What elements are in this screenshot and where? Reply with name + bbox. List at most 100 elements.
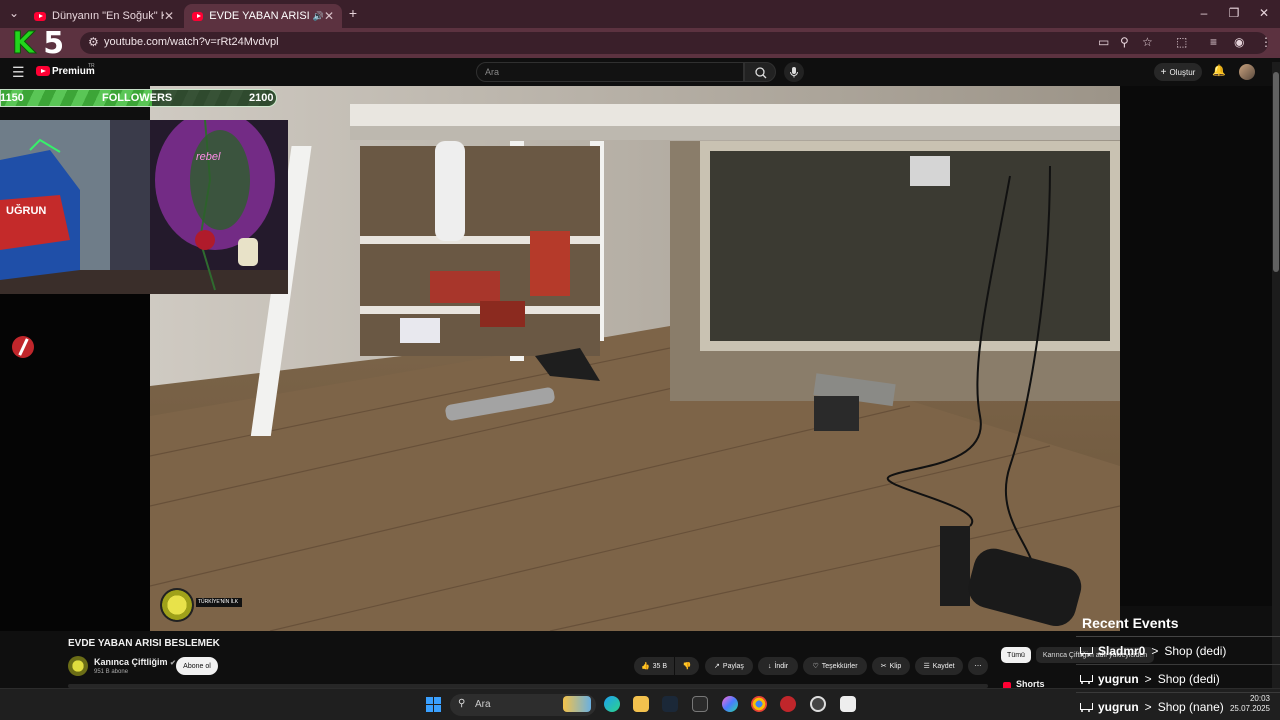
media-control-icon[interactable]: ≡ [1210, 35, 1217, 49]
steam-icon[interactable] [662, 696, 678, 712]
logo-letter: K [11, 26, 36, 62]
red-app-icon[interactable] [780, 696, 796, 712]
download-icon: ↓ [767, 662, 772, 670]
clip-label: Klip [889, 662, 902, 670]
bookmark-star-icon[interactable]: ☆ [1142, 35, 1153, 49]
event-user: yugrun [1098, 700, 1139, 714]
event-user: yugrun [1098, 672, 1139, 686]
share-icon: ↗ [714, 663, 720, 670]
new-tab-icon[interactable]: + [345, 5, 361, 21]
cart-icon [1078, 702, 1093, 713]
browser-tab-1[interactable]: Dünyanın "En Soğuk" Köyüne Y ✕ [26, 4, 182, 28]
webcam-overlay: UĞRUN rebel [0, 120, 288, 294]
notifications-bell-icon[interactable]: 🔔 [1212, 64, 1226, 77]
chip-all[interactable]: Tümü [1001, 647, 1031, 663]
close-tab-icon[interactable]: ✕ [164, 9, 174, 23]
cart-icon [1078, 674, 1093, 685]
tab-search-icon[interactable]: ⌄ [6, 6, 22, 20]
recent-event: Sladmr0 > Shop (dedi) [1078, 644, 1226, 658]
video-side-letterbox [1120, 86, 1272, 606]
video-player[interactable] [150, 86, 1120, 631]
file-explorer-icon[interactable] [633, 696, 649, 712]
extensions-icon[interactable]: ⬚ [1176, 35, 1187, 49]
event-arrow: > [1144, 672, 1152, 686]
video-title: EVDE YABAN ARISI BESLEMEK [68, 638, 220, 649]
dislike-button[interactable]: 👎 [675, 657, 699, 675]
followers-start: 1150 [0, 92, 24, 104]
recent-events-divider [1076, 636, 1280, 637]
save-button[interactable]: ☰ Kaydet [915, 657, 963, 675]
edge-icon[interactable] [604, 696, 620, 712]
channel-avatar[interactable] [68, 656, 88, 676]
taskbar-clock[interactable]: 20:03 25.07.2025 [1222, 694, 1270, 715]
thanks-button[interactable]: ♡ Teşekkürler [803, 657, 867, 675]
search-highlight-icon[interactable] [563, 696, 591, 712]
event-divider [1076, 664, 1280, 665]
like-button[interactable]: 👍 35 B [634, 657, 674, 675]
copilot-icon[interactable] [722, 696, 738, 712]
account-avatar[interactable] [1239, 64, 1255, 80]
channel-watermark-icon[interactable] [160, 588, 194, 622]
red-slash-logo-icon [12, 336, 34, 358]
browser-tab-2-active[interactable]: EVDE YABAN ARISI BESLEM 🔊 ✕ [184, 4, 342, 28]
restore-icon[interactable]: ❐ [1226, 6, 1242, 20]
voice-search-button[interactable] [784, 62, 804, 82]
browser-menu-icon[interactable]: ⋮ [1260, 35, 1272, 49]
svg-text:UĞRUN: UĞRUN [6, 204, 46, 217]
clock-date: 25.07.2025 [1229, 704, 1270, 714]
like-count: 35 B [652, 662, 668, 670]
scrollbar-thumb[interactable] [1273, 72, 1279, 272]
save-label: Kaydet [932, 662, 955, 670]
thanks-label: Teşekkürler [821, 662, 858, 670]
cast-icon[interactable]: ▭ [1098, 35, 1109, 49]
url-text[interactable]: youtube.com/watch?v=rRt24Mvdvpl [104, 36, 279, 48]
country-code: TR [88, 63, 95, 69]
audio-icon[interactable]: 🔊 [313, 11, 324, 22]
clock-time: 20:03 [1249, 694, 1270, 703]
close-tab-icon[interactable]: ✕ [324, 9, 334, 23]
search-button[interactable] [744, 62, 776, 82]
download-label: İndir [774, 662, 789, 670]
tab-title: Dünyanın "En Soğuk" Köyüne Y [52, 10, 164, 22]
search-icon: ⚲ [458, 698, 466, 709]
taskbar-search-placeholder: Ara [475, 699, 491, 710]
event-arrow: > [1144, 700, 1152, 714]
heart-dollar-icon: ♡ [812, 663, 819, 670]
search-input[interactable] [476, 62, 744, 82]
windows-start-icon[interactable] [426, 697, 441, 712]
share-button[interactable]: ↗ Paylaş [705, 657, 753, 675]
stream-logo: K5 [11, 26, 64, 62]
event-user: Sladmr0 [1098, 644, 1146, 658]
watermark-text: TÜRKİYE'NİN İLK [196, 598, 242, 607]
subscribe-button[interactable]: Abone ol [176, 657, 218, 675]
epic-games-icon[interactable] [692, 696, 708, 712]
site-info-icon[interactable]: ⚙ [88, 35, 99, 49]
thumbs-up-icon: 👍 [640, 663, 650, 670]
obs-icon[interactable] [810, 696, 826, 712]
youtube-logo-icon[interactable] [36, 66, 50, 76]
event-action: Shop (nane) [1157, 700, 1224, 714]
clip-button[interactable]: ✂ Klip [872, 657, 910, 675]
cart-icon [1078, 646, 1093, 657]
channel-name[interactable]: Kanınca Çiftliğim ✔ [94, 657, 176, 667]
profile-icon[interactable]: ◉ [1234, 35, 1244, 49]
youtube-favicon-icon [192, 11, 204, 21]
channel-name-text: Kanınca Çiftliğim [94, 657, 168, 667]
minimize-icon[interactable]: – [1196, 6, 1212, 20]
subscriber-count: 951 B abone [94, 669, 129, 675]
close-window-icon[interactable]: ✕ [1256, 6, 1272, 20]
create-button[interactable]: + Oluştur [1154, 63, 1202, 81]
event-action: Shop (dedi) [1157, 672, 1220, 686]
webcam-frame: UĞRUN rebel [0, 120, 288, 294]
more-actions-button[interactable]: ⋯ [968, 657, 988, 675]
share-label: Paylaş [722, 662, 744, 670]
menu-icon[interactable]: ☰ [12, 64, 25, 81]
tab-title: EVDE YABAN ARISI BESLEM [209, 10, 310, 22]
event-divider [1076, 692, 1280, 693]
zoom-icon[interactable]: ⚲ [1120, 35, 1129, 49]
app-icon[interactable] [840, 696, 856, 712]
chrome-icon[interactable] [751, 696, 767, 712]
event-action: Shop (dedi) [1164, 644, 1227, 658]
download-button[interactable]: ↓ İndir [758, 657, 798, 675]
search-placeholder: Ara [485, 67, 500, 77]
